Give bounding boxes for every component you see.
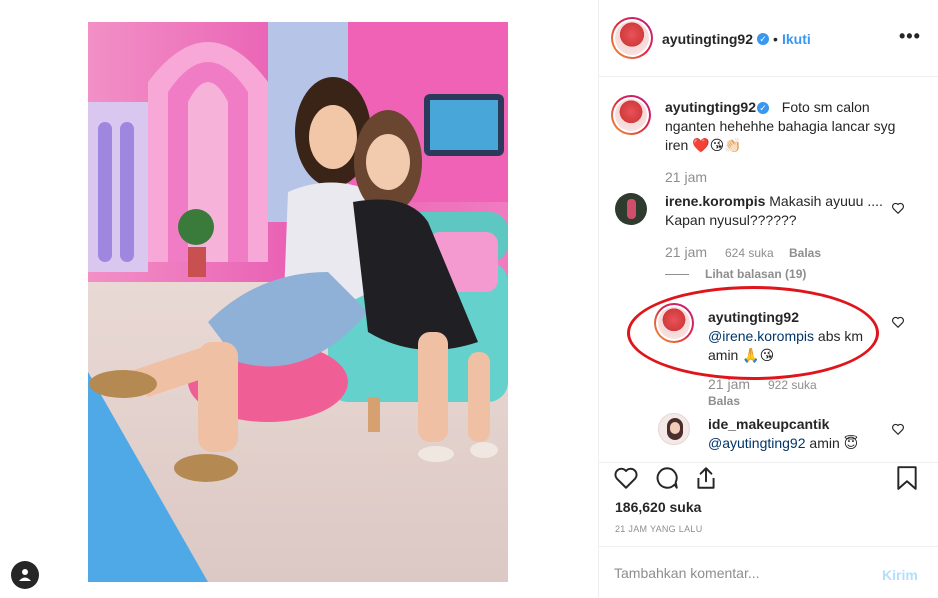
separator-dot: • xyxy=(773,31,778,47)
caption-verified-icon: ✓ xyxy=(757,102,769,114)
caption-username[interactable]: ayutingting92 xyxy=(665,99,756,115)
reply-avatar[interactable] xyxy=(654,303,694,343)
reply-username: ayutingting92 xyxy=(708,308,799,327)
like-heart-icon[interactable] xyxy=(613,465,639,491)
comment-time[interactable]: 21 jam xyxy=(665,244,707,260)
post-photo[interactable] xyxy=(88,22,508,582)
reply2-like-heart-icon[interactable] xyxy=(891,422,905,436)
post-actions: 186,620 suka 21 JAM YANG LALU xyxy=(599,462,938,546)
reply2-username: ide_makeupcantik xyxy=(708,415,829,434)
save-bookmark-icon[interactable] xyxy=(896,465,918,491)
user-profile-icon[interactable] xyxy=(11,561,39,589)
reply-text-after-mention: abs km xyxy=(814,328,864,344)
verified-badge-icon: ✓ xyxy=(757,33,769,45)
more-horizontal-icon[interactable]: ••• xyxy=(899,26,921,47)
caption-time[interactable]: 21 jam xyxy=(665,169,707,185)
comments-list[interactable]: ayutingting92 Foto sm calon ✓ nganten he… xyxy=(599,78,938,462)
replies-divider xyxy=(665,274,689,275)
reply-text-2: amin 🙏😘 xyxy=(708,347,775,363)
post-side-panel: ayutingting92 ✓ • Ikuti ••• ayutingting9… xyxy=(598,0,938,598)
reply-likes[interactable]: 922 suka xyxy=(768,378,817,392)
comment-input[interactable] xyxy=(614,565,864,581)
send-comment-button[interactable]: Kirim xyxy=(882,567,918,583)
author-avatar[interactable] xyxy=(611,17,653,59)
reply2-text-after-mention: amin 😇 xyxy=(805,435,859,451)
caption-text-1: Foto sm calon xyxy=(781,99,870,115)
caption-avatar[interactable] xyxy=(611,95,651,135)
reply-like-heart-icon[interactable] xyxy=(891,315,905,329)
media-area xyxy=(0,0,598,598)
caption-text-3: iren ❤️😘👏🏻 xyxy=(665,137,742,153)
comment-username[interactable]: irene.korompis xyxy=(665,193,765,209)
author-username[interactable]: ayutingting92 xyxy=(662,31,753,47)
comment-form: Kirim xyxy=(599,546,938,598)
reply-reply-button[interactable]: Balas xyxy=(708,394,740,408)
caption-text-2: nganten hehehhe bahagia lancar syg xyxy=(665,118,896,134)
reply2-mention[interactable]: @ayutingting92 xyxy=(708,435,806,451)
reply2-username-link[interactable]: ide_makeupcantik xyxy=(708,416,829,432)
comment-text-1: Makasih ayuuu .... xyxy=(769,193,883,209)
comment-likes[interactable]: 624 suka xyxy=(725,246,774,260)
reply-username-link[interactable]: ayutingting92 xyxy=(708,309,799,325)
share-icon[interactable] xyxy=(693,465,719,491)
comment-like-heart-icon[interactable] xyxy=(891,201,905,215)
follow-button[interactable]: Ikuti xyxy=(782,31,811,47)
post-time-ago[interactable]: 21 JAM YANG LALU xyxy=(615,524,703,534)
commenter-avatar[interactable] xyxy=(615,193,647,225)
comment-bubble-icon[interactable] xyxy=(654,465,680,491)
reply-mention[interactable]: @irene.korompis xyxy=(708,328,814,344)
reply-button[interactable]: Balas xyxy=(789,246,821,260)
reply2-text: @ayutingting92 amin 😇 xyxy=(708,434,858,453)
comment-line-1: irene.korompis Makasih ayuuu .... xyxy=(665,192,883,211)
reply-time[interactable]: 21 jam xyxy=(708,376,750,392)
reply-text-1: @irene.korompis abs km xyxy=(708,327,863,346)
likes-count[interactable]: 186,620 suka xyxy=(615,499,701,515)
view-replies-button[interactable]: Lihat balasan (19) xyxy=(705,267,806,281)
post-header: ayutingting92 ✓ • Ikuti ••• xyxy=(599,0,938,77)
comment-text-2: Kapan nyusul?????? xyxy=(665,212,797,228)
reply2-avatar[interactable] xyxy=(658,413,690,445)
